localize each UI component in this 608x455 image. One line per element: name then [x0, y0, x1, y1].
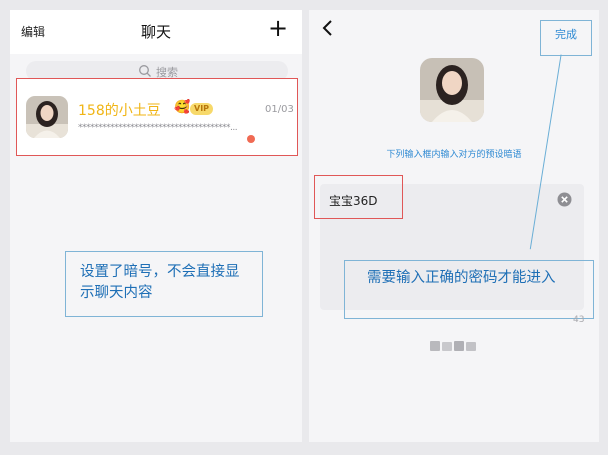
avatar: [420, 58, 484, 122]
annotation-box-left: 设置了暗号，不会直接显示聊天内容: [65, 251, 263, 317]
message-preview: **************************************..…: [78, 123, 238, 133]
chat-list-item[interactable]: 158的小土豆 🥰 VIP 01/03 ********************…: [16, 78, 298, 156]
vip-badge: VIP: [190, 103, 214, 115]
annotation-box-right: 需要输入正确的密码才能进入: [344, 260, 594, 319]
clear-icon[interactable]: [557, 192, 572, 207]
chat-list-header: 编辑 聊天 +: [10, 10, 302, 54]
password-input[interactable]: 宝宝36D: [329, 192, 378, 209]
search-icon: [139, 65, 151, 77]
password-hint: 下列输入框内输入对方的预设暗语: [386, 150, 522, 160]
avatar: [26, 96, 68, 138]
message-date: 01/03: [265, 104, 294, 115]
char-count: 43: [573, 315, 585, 325]
blurred-text: [430, 341, 476, 351]
chat-list-screen: 编辑 聊天 + 搜索 158的小土豆 🥰 VIP 01/03 *********…: [10, 10, 302, 442]
page-title: 聊天: [140, 23, 171, 41]
done-button[interactable]: 完成: [540, 20, 592, 56]
add-chat-button[interactable]: +: [268, 14, 288, 42]
contact-name: 158的小土豆: [78, 103, 161, 119]
password-setup-screen: 完成 下列输入框内输入对方的预设暗语 宝宝36D 需要输入正确的密码才能进入 4…: [309, 10, 599, 442]
unread-dot: [247, 135, 255, 143]
chevron-left-icon[interactable]: [320, 18, 336, 38]
emoji-badge: 🥰: [174, 100, 191, 115]
